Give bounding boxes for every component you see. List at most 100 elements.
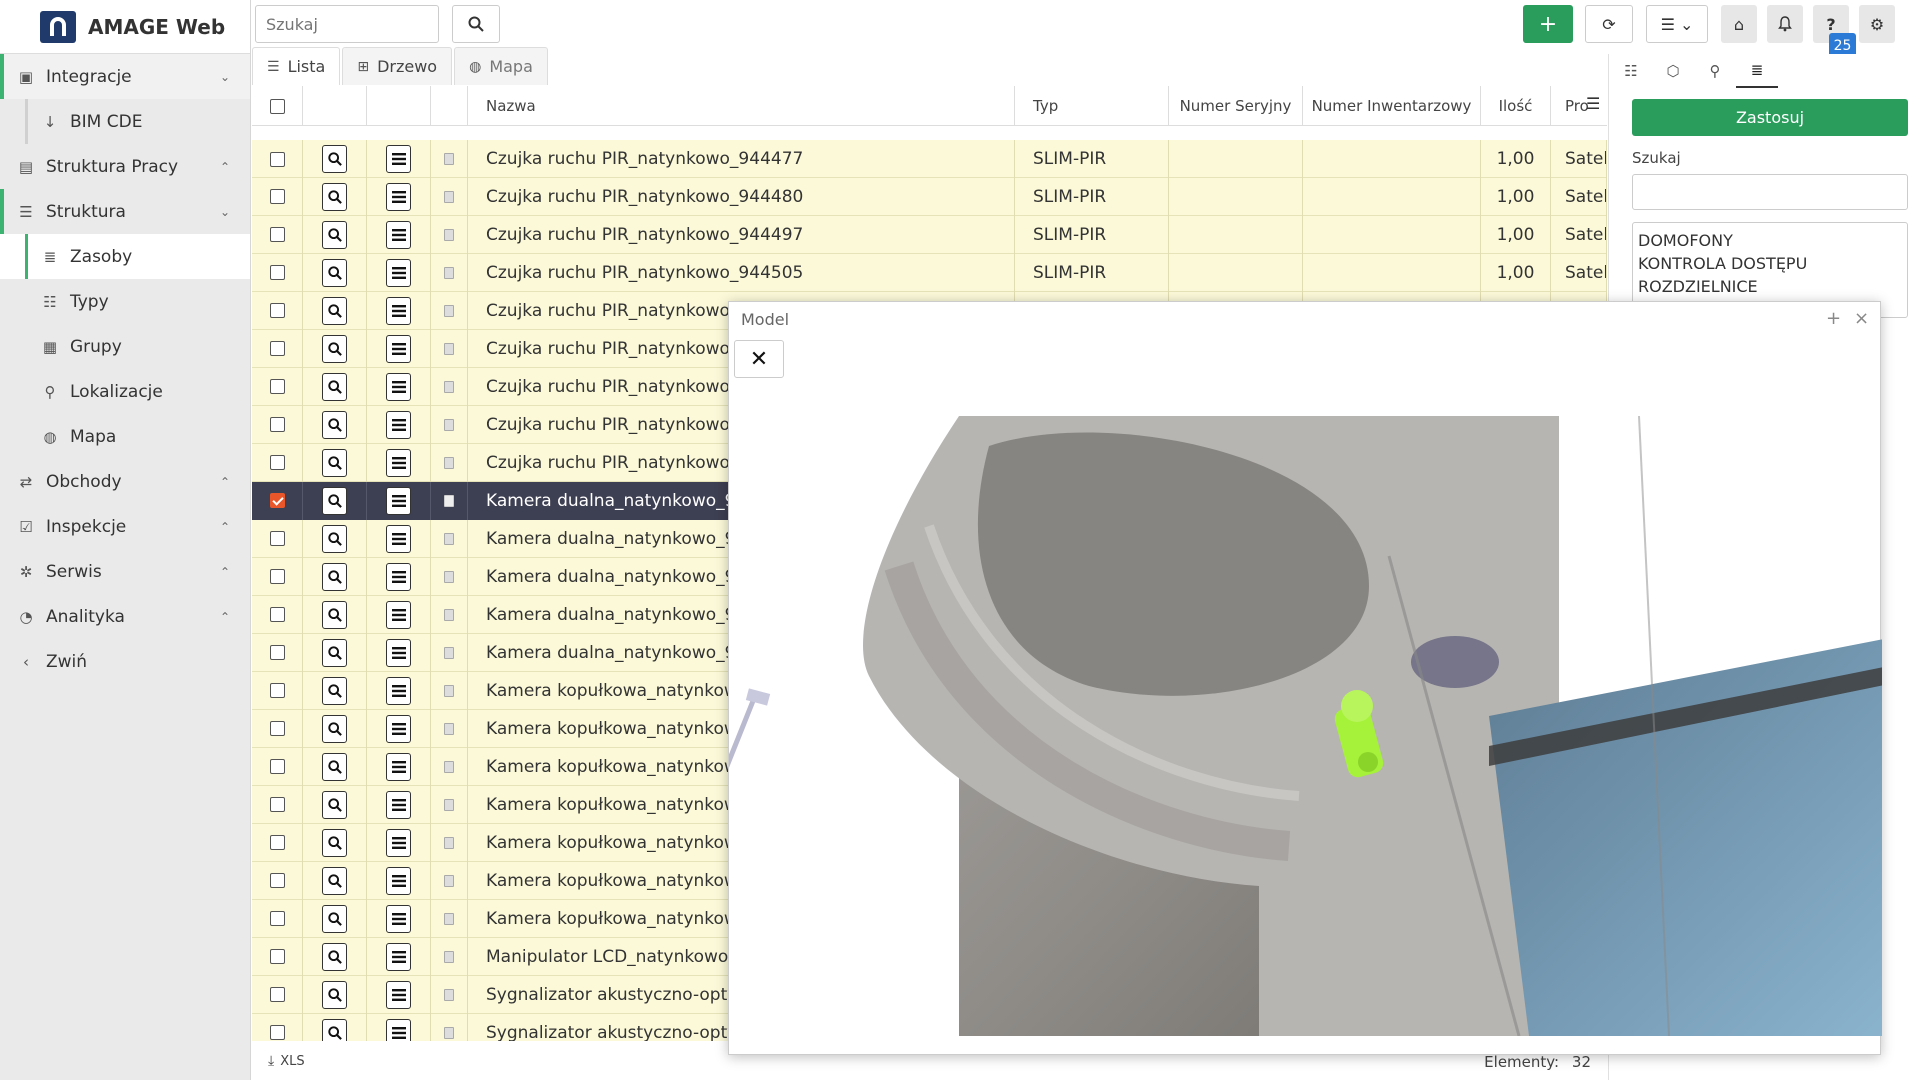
locate-in-model-button[interactable] (322, 638, 347, 667)
locate-in-model-button[interactable] (322, 866, 347, 895)
notifications-button[interactable] (1767, 5, 1803, 43)
table-row[interactable]: Czujka ruchu PIR_natynkowo_944505 SLIM-PI… (252, 253, 1607, 292)
sidebar-item-integracje[interactable]: ▣ Integracje ⌄ (0, 54, 250, 99)
row-checkbox[interactable] (269, 265, 285, 281)
row-details-button[interactable] (386, 562, 411, 591)
cube-icon[interactable]: ⬡ (1652, 54, 1694, 88)
home-button[interactable]: ⌂ (1721, 5, 1757, 43)
column-menu-icon[interactable]: ☰ (1586, 94, 1600, 113)
row-checkbox[interactable] (269, 227, 285, 243)
row-details-button[interactable] (386, 448, 411, 477)
row-details-button[interactable] (386, 372, 411, 401)
row-checkbox[interactable] (269, 569, 285, 585)
tab-drzewo[interactable]: ⊞ Drzewo (342, 47, 453, 85)
row-details-button[interactable] (386, 410, 411, 439)
row-details-button[interactable] (386, 866, 411, 895)
sidebar-item-bim-cde[interactable]: ↓ BIM CDE (0, 99, 250, 144)
locate-in-model-button[interactable] (322, 980, 347, 1009)
row-details-button[interactable] (386, 1018, 411, 1041)
column-header-numer-seryjny[interactable]: Numer Seryjny (1169, 86, 1303, 126)
row-checkbox[interactable] (269, 1025, 285, 1041)
list-view-icon[interactable]: ☷ (1610, 54, 1652, 88)
row-checkbox[interactable] (269, 759, 285, 775)
row-details-button[interactable] (386, 752, 411, 781)
row-details-button[interactable] (386, 790, 411, 819)
row-checkbox[interactable] (269, 797, 285, 813)
row-checkbox[interactable] (269, 645, 285, 661)
close-model-button[interactable]: ✕ (734, 340, 784, 378)
filter-list-item[interactable]: ROZDZIELNICE (1638, 275, 1902, 298)
row-checkbox[interactable] (269, 455, 285, 471)
row-details-button[interactable] (386, 828, 411, 857)
table-row[interactable]: Czujka ruchu PIR_natynkowo_944477 SLIM-PI… (252, 140, 1607, 178)
row-details-button[interactable] (386, 600, 411, 629)
locate-in-model-button[interactable] (322, 942, 347, 971)
locate-in-model-button[interactable] (322, 562, 347, 591)
locate-in-model-button[interactable] (322, 1018, 347, 1041)
locate-in-model-button[interactable] (322, 296, 347, 325)
locate-in-model-button[interactable] (322, 752, 347, 781)
refresh-button[interactable]: ⟳ (1585, 5, 1633, 43)
row-details-button[interactable] (386, 942, 411, 971)
sidebar-item-analityka[interactable]: ◔ Analityka ⌃ (0, 594, 250, 639)
locate-in-model-button[interactable] (322, 828, 347, 857)
locate-in-model-button[interactable] (322, 410, 347, 439)
row-details-button[interactable] (386, 904, 411, 933)
row-details-button[interactable] (386, 258, 411, 287)
filter-list-item[interactable]: DOMOFONY (1638, 229, 1902, 252)
locate-in-model-button[interactable] (322, 714, 347, 743)
sidebar-item-mapa[interactable]: ◍ Mapa (0, 414, 250, 459)
row-details-button[interactable] (386, 714, 411, 743)
row-checkbox[interactable] (269, 493, 285, 509)
maximize-icon[interactable]: + (1826, 308, 1841, 329)
row-checkbox[interactable] (269, 949, 285, 965)
row-checkbox[interactable] (269, 607, 285, 623)
locate-in-model-button[interactable] (322, 790, 347, 819)
column-header-nazwa[interactable]: Nazwa (468, 86, 1015, 126)
sidebar-item-serwis[interactable]: ✲ Serwis ⌃ (0, 549, 250, 594)
menu-dropdown[interactable]: ☰ ⌄ (1646, 5, 1708, 43)
sidebar-item-grupy[interactable]: ▦ Grupy (0, 324, 250, 369)
row-details-button[interactable] (386, 524, 411, 553)
settings-button[interactable]: ⚙ (1859, 5, 1895, 43)
row-checkbox[interactable] (269, 911, 285, 927)
row-checkbox[interactable] (269, 987, 285, 1003)
column-header-numer-inwentarzowy[interactable]: Numer Inwentarzowy (1303, 86, 1481, 126)
column-header-typ[interactable]: Typ (1015, 86, 1169, 126)
add-button[interactable]: + (1523, 5, 1573, 43)
search-input[interactable] (255, 5, 439, 43)
sidebar-item-obchody[interactable]: ⇄ Obchody ⌃ (0, 459, 250, 504)
locate-in-model-button[interactable] (322, 524, 347, 553)
row-checkbox[interactable] (269, 341, 285, 357)
column-header-ilosc[interactable]: Ilość (1481, 86, 1551, 126)
locate-in-model-button[interactable] (322, 182, 347, 211)
sidebar-item-typy[interactable]: ☷ Typy (0, 279, 250, 324)
row-checkbox[interactable] (269, 873, 285, 889)
row-checkbox[interactable] (269, 303, 285, 319)
row-checkbox[interactable] (269, 721, 285, 737)
tab-lista[interactable]: ☰ Lista (252, 47, 341, 85)
locate-in-model-button[interactable] (322, 676, 347, 705)
row-checkbox[interactable] (269, 835, 285, 851)
row-details-button[interactable] (386, 980, 411, 1009)
brand[interactable]: AMAGE Web (0, 0, 250, 54)
select-all-checkbox[interactable] (269, 98, 285, 114)
row-checkbox[interactable] (269, 151, 285, 167)
locate-in-model-button[interactable] (322, 334, 347, 363)
map-marker-icon[interactable]: ⚲ (1694, 54, 1736, 88)
sidebar-item-inspekcje[interactable]: ☑ Inspekcje ⌃ (0, 504, 250, 549)
filter-search-input[interactable] (1632, 174, 1908, 210)
locate-in-model-button[interactable] (322, 600, 347, 629)
row-checkbox[interactable] (269, 531, 285, 547)
locate-in-model-button[interactable] (322, 372, 347, 401)
tab-mapa[interactable]: ◍ Mapa (454, 47, 548, 85)
sidebar-item-zasoby[interactable]: ≣ Zasoby (0, 234, 250, 279)
locate-in-model-button[interactable] (322, 220, 347, 249)
model-viewport[interactable] (716, 415, 1899, 1037)
row-checkbox[interactable] (269, 189, 285, 205)
filter-list-item[interactable]: KONTROLA DOSTĘPU (1638, 252, 1902, 275)
search-button[interactable] (452, 5, 500, 43)
row-details-button[interactable] (386, 676, 411, 705)
database-icon[interactable]: ≣ (1736, 54, 1778, 88)
row-details-button[interactable] (386, 145, 411, 173)
